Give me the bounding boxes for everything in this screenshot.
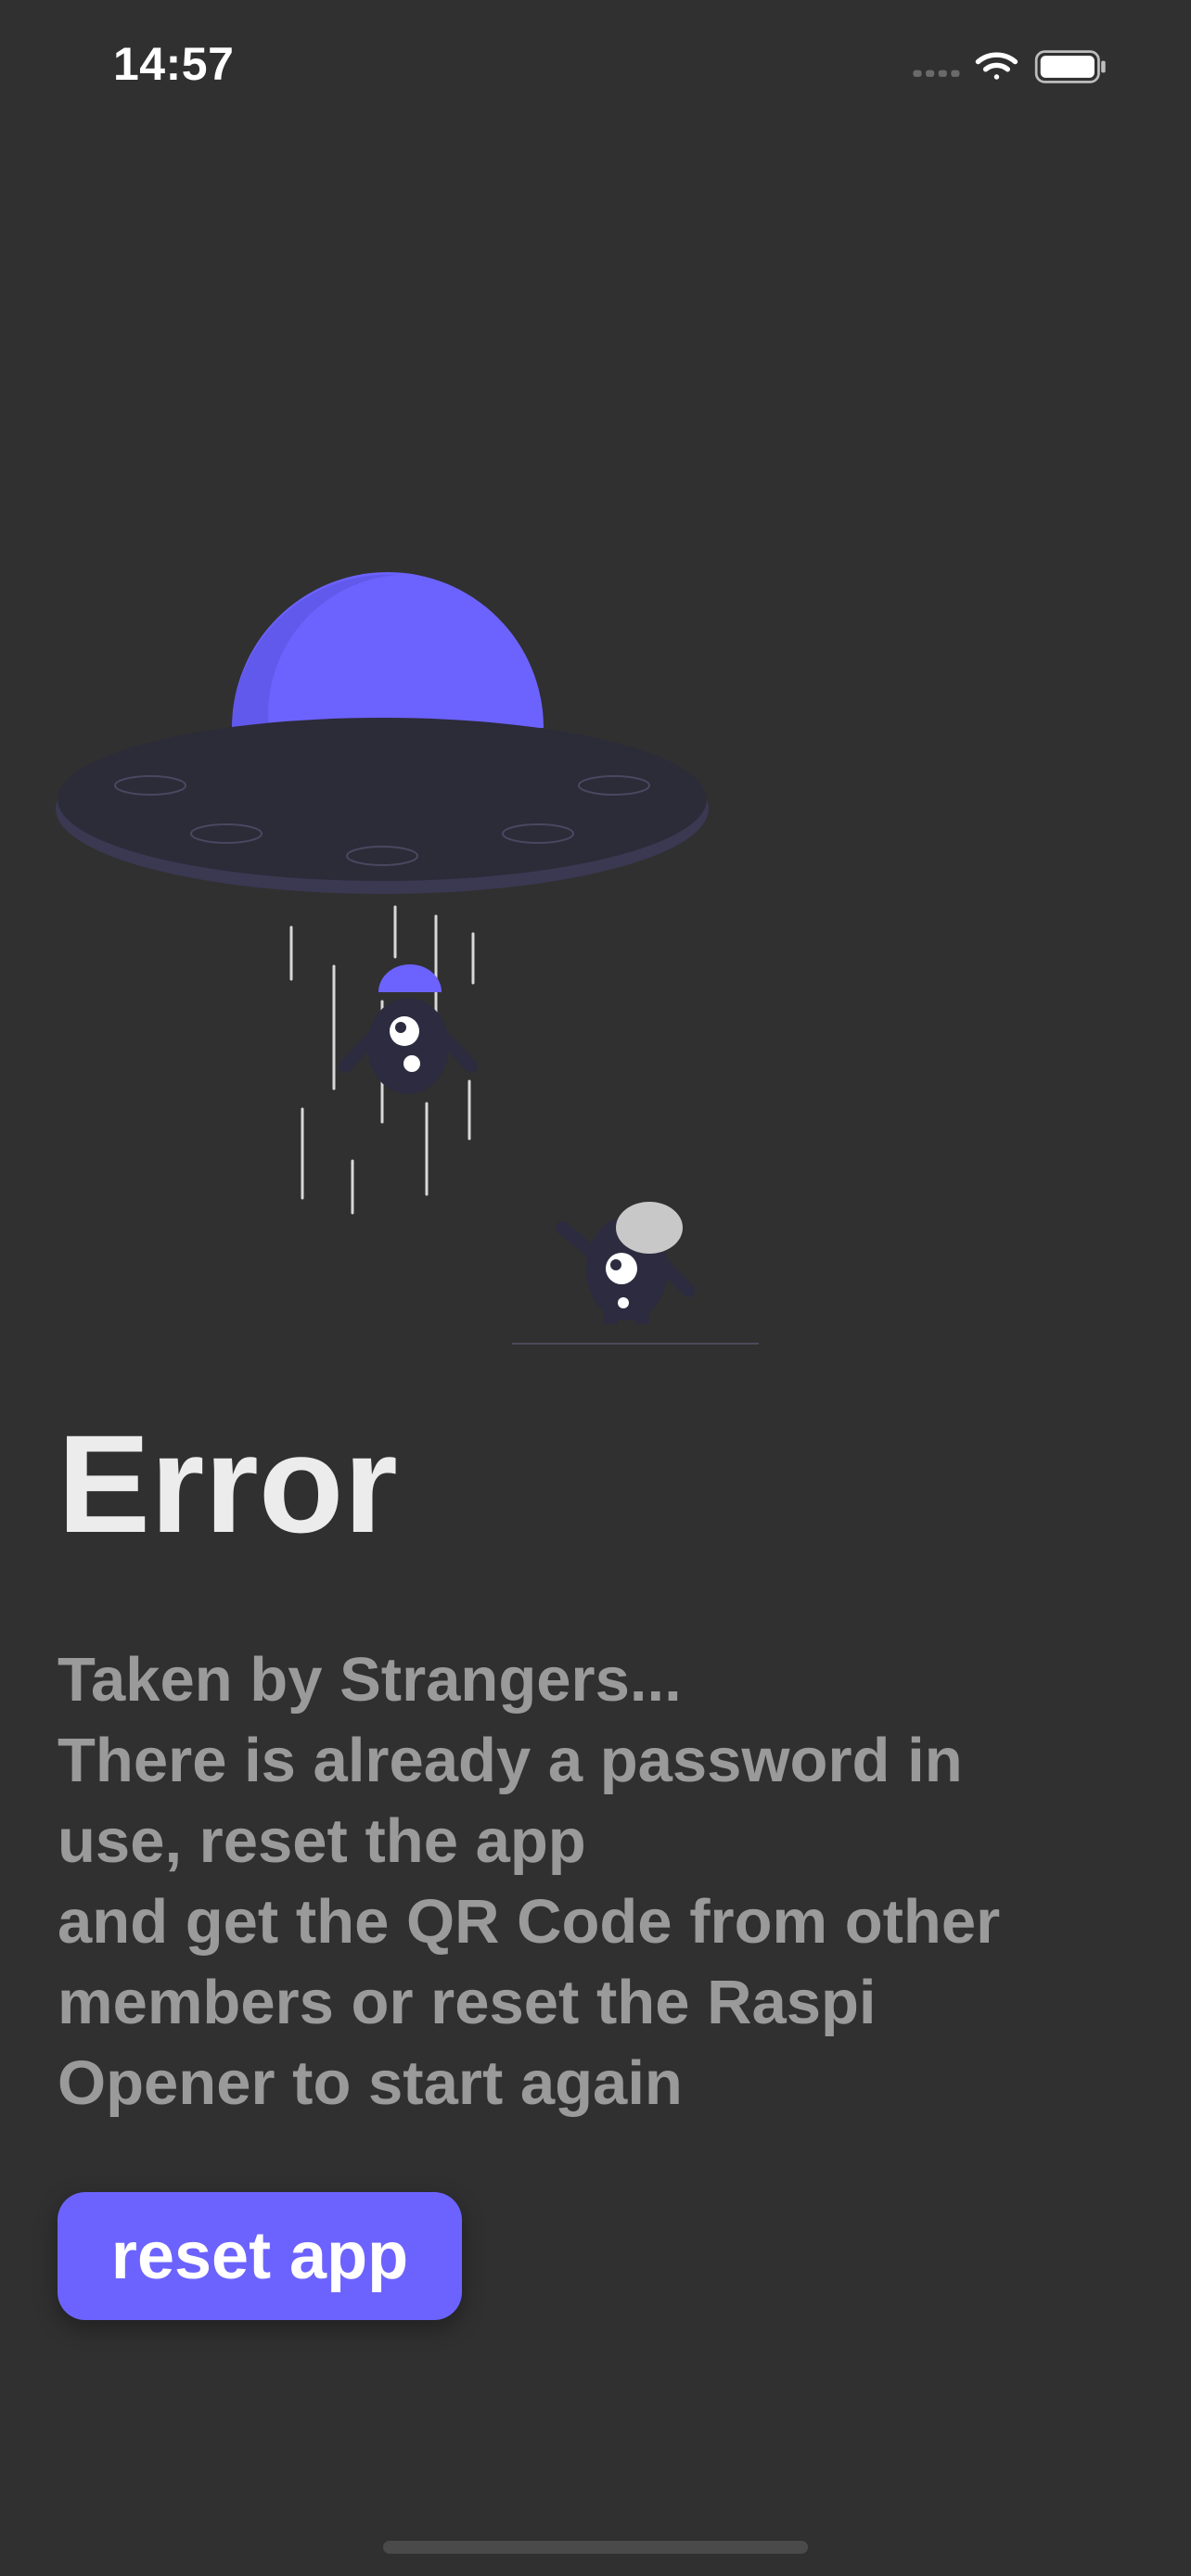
error-message-line: members or reset the Raspi — [58, 1968, 877, 2037]
error-message-line: Taken by Strangers... — [58, 1645, 682, 1715]
error-message-line: There is already a password in — [58, 1726, 963, 1795]
signal-dots-icon — [913, 70, 960, 77]
abducted-creature — [339, 964, 478, 1094]
error-message-line: Opener to start again — [58, 2048, 683, 2118]
home-indicator — [383, 2541, 808, 2554]
standing-creature — [512, 1202, 759, 1345]
status-icons — [913, 50, 1106, 83]
status-bar: 14:57 — [0, 0, 1191, 130]
battery-icon — [1034, 50, 1106, 83]
error-message-line: use, reset the app — [58, 1806, 586, 1876]
error-message-line: and get the QR Code from other — [58, 1887, 1001, 1957]
reset-app-button[interactable]: reset app — [58, 2192, 462, 2320]
error-title: Error — [58, 1406, 398, 1562]
ufo — [56, 572, 709, 894]
wifi-icon — [975, 52, 1018, 80]
error-message: Taken by Strangers... There is already a… — [58, 1639, 1143, 2123]
ufo-abduction-illustration — [56, 572, 759, 1345]
status-time: 14:57 — [113, 38, 235, 90]
